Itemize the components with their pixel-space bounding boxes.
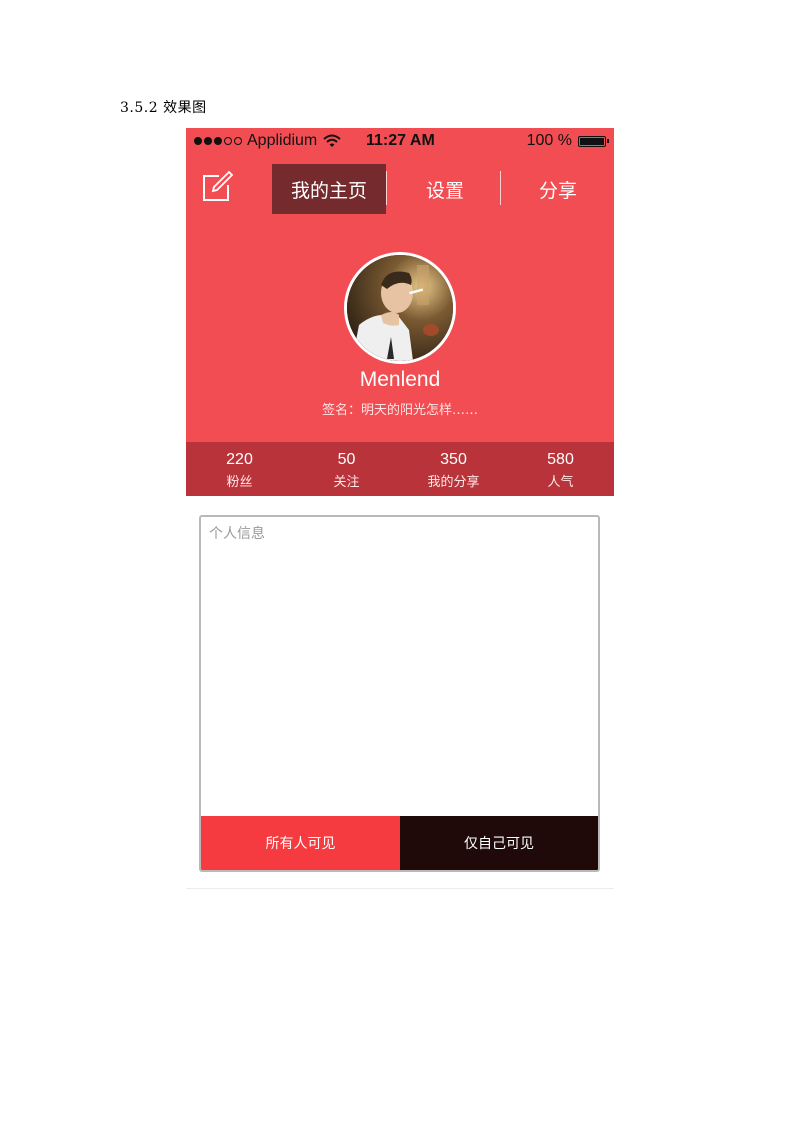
signal-dot xyxy=(194,137,202,145)
stat-popularity[interactable]: 580 人气 xyxy=(507,442,614,496)
signal-strength-icon xyxy=(194,137,242,145)
stat-my-shares[interactable]: 350 我的分享 xyxy=(400,442,507,496)
stat-value: 50 xyxy=(337,451,356,468)
stat-following[interactable]: 50 关注 xyxy=(293,442,400,496)
signal-dot xyxy=(214,137,222,145)
status-time: 11:27 AM xyxy=(366,132,435,149)
wifi-icon xyxy=(323,134,341,147)
stat-value: 350 xyxy=(440,451,467,468)
document-page: 3.5.2 效果图 Applidium 11:27 AM 100 % 我的主页 … xyxy=(0,0,800,1131)
stat-followers[interactable]: 220 粉丝 xyxy=(186,442,293,496)
signal-dot xyxy=(224,137,232,145)
avatar-photo-icon xyxy=(347,255,453,361)
tab-settings[interactable]: 设置 xyxy=(388,164,502,214)
stat-label: 粉丝 xyxy=(226,475,253,490)
tab-divider xyxy=(500,171,501,205)
stats-bar: 220 粉丝 50 关注 350 我的分享 580 人气 xyxy=(186,442,614,496)
visible-to-all-button[interactable]: 所有人可见 xyxy=(201,816,400,870)
signature: 签名：明天的阳光怎样…… xyxy=(321,403,478,418)
status-bar: Applidium 11:27 AM 100 % xyxy=(186,128,614,156)
status-left: Applidium xyxy=(194,132,341,150)
visible-to-self-button[interactable]: 仅自己可见 xyxy=(400,816,598,870)
stat-value: 580 xyxy=(547,451,574,468)
stat-label: 关注 xyxy=(333,475,360,490)
top-navigation: 我的主页 设置 分享 xyxy=(186,164,614,214)
avatar[interactable] xyxy=(344,252,456,364)
personal-info-panel: 所有人可见 仅自己可见 xyxy=(199,515,600,872)
signal-dot xyxy=(204,137,212,145)
username: Menlend xyxy=(359,368,441,391)
tab-my-homepage[interactable]: 我的主页 xyxy=(272,164,386,214)
divider xyxy=(186,888,614,889)
stat-label: 我的分享 xyxy=(427,475,480,490)
battery-icon xyxy=(578,135,609,147)
section-heading: 3.5.2 效果图 xyxy=(120,100,207,116)
battery-percent: 100 % xyxy=(526,132,572,149)
personal-info-input[interactable] xyxy=(201,517,598,815)
tab-divider xyxy=(386,171,387,205)
status-right: 100 % xyxy=(526,132,609,150)
stat-label: 人气 xyxy=(547,475,574,490)
carrier-name: Applidium xyxy=(247,132,318,149)
edit-icon[interactable] xyxy=(201,169,235,203)
signal-dot xyxy=(234,137,242,145)
tab-share[interactable]: 分享 xyxy=(502,164,614,214)
phone-screen: Applidium 11:27 AM 100 % 我的主页 设置 分享 Menl… xyxy=(186,128,614,496)
stat-value: 220 xyxy=(226,451,253,468)
